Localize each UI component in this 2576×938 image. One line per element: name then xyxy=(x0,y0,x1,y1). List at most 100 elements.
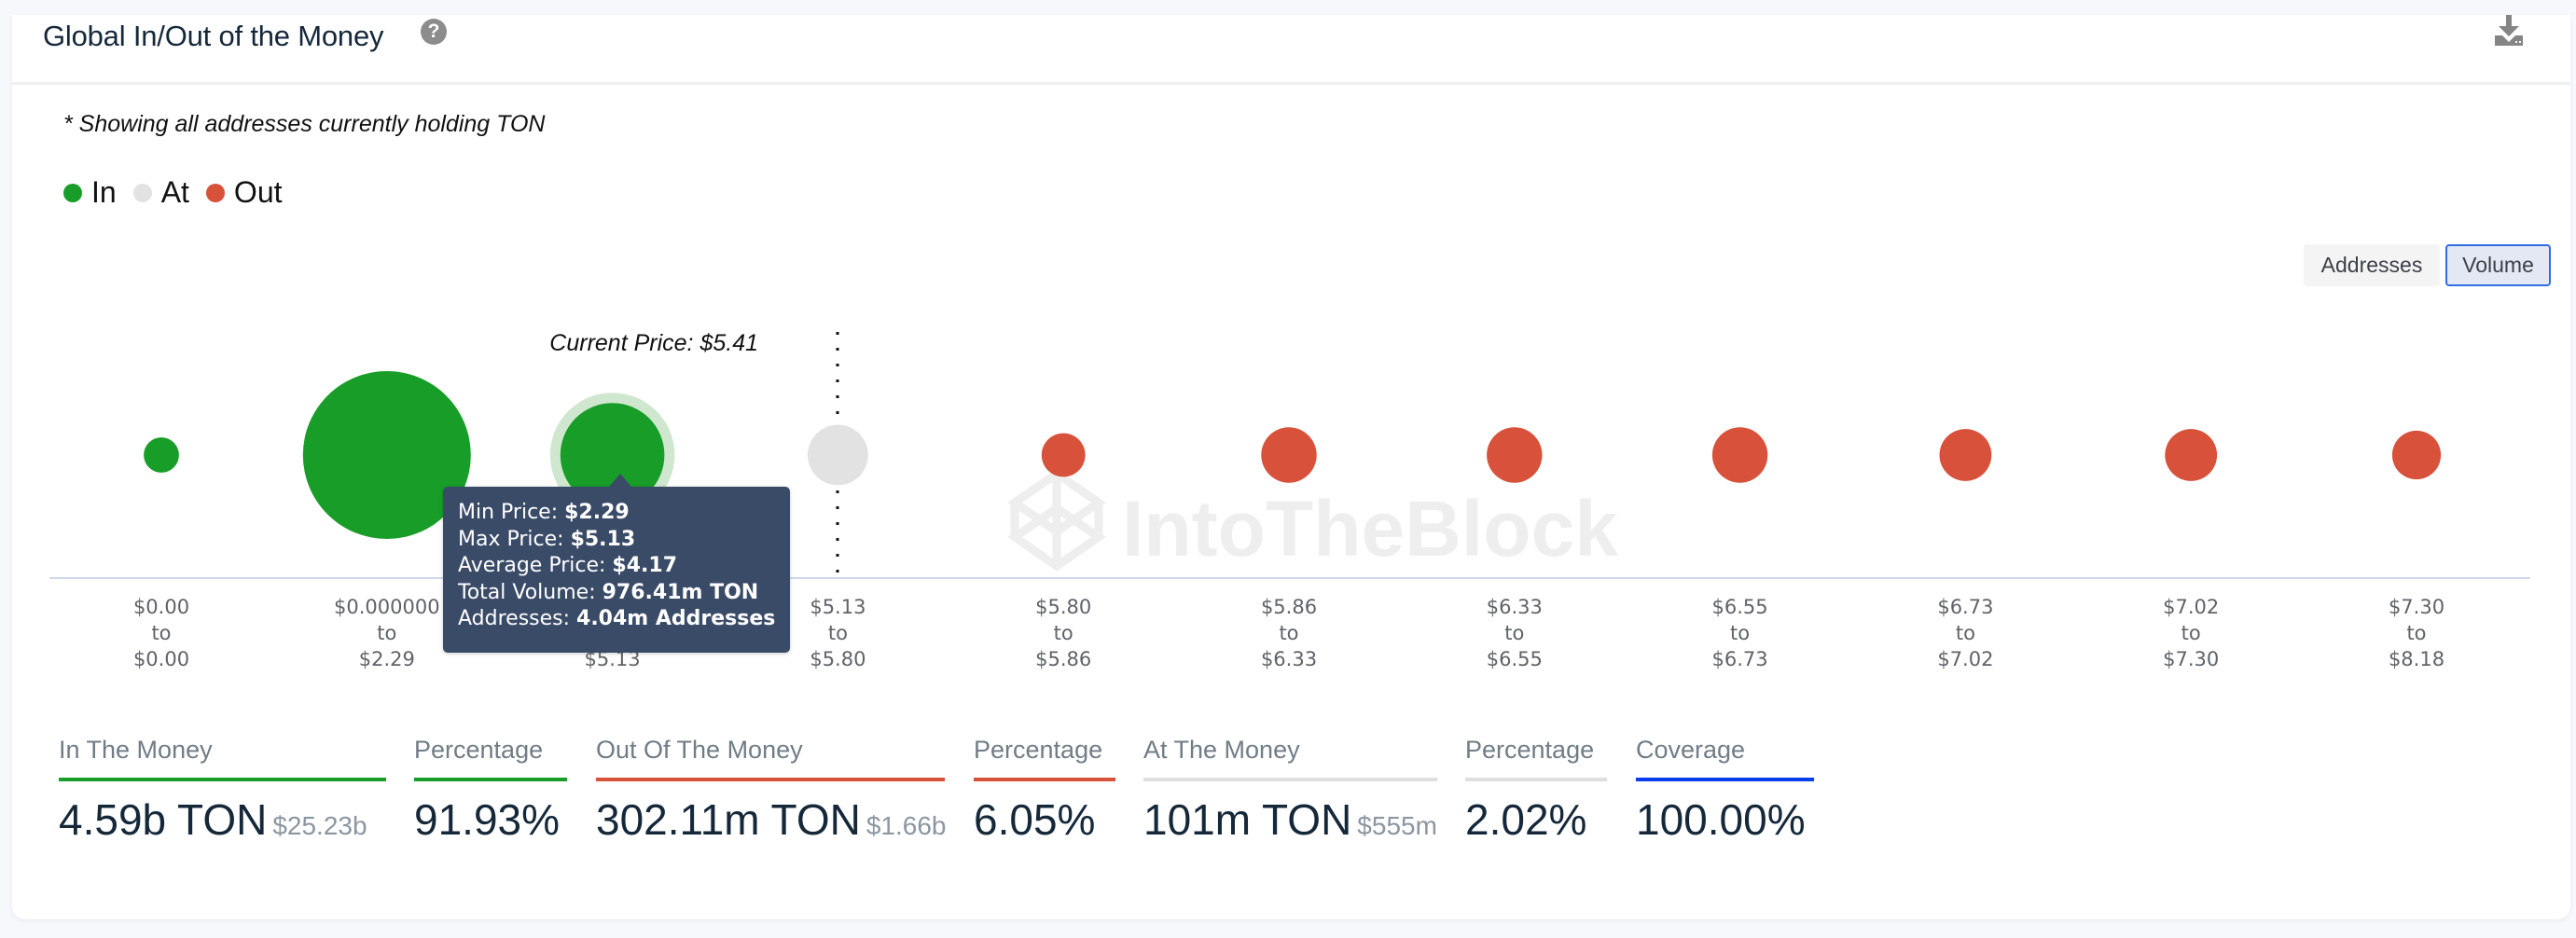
stat-out-of-the-money-2: Out Of The Money 302.11m TON $1.66b xyxy=(596,733,947,853)
tooltip-row-value: $2.29 xyxy=(564,501,630,524)
x-tick-label-0-to: to xyxy=(151,622,171,644)
stat-underline xyxy=(1143,778,1437,781)
stat-value: 101m TON $555m xyxy=(1143,793,1437,853)
x-tick-label-5-until: $6.33 xyxy=(1261,648,1317,670)
stat-underline xyxy=(974,778,1115,781)
x-tick-label-9-until: $7.30 xyxy=(2163,648,2219,670)
bubble-out-9[interactable] xyxy=(2165,429,2218,481)
x-tick-label-10-until: $8.18 xyxy=(2389,648,2444,670)
summary-stats: In The Money 4.59b TON $25.23b Percentage 91… xyxy=(12,733,2570,845)
stat-underline xyxy=(1465,778,1607,781)
x-tick-label-7-from: $6.55 xyxy=(1712,596,1768,618)
stat-value-usd: $25.23b xyxy=(272,811,367,840)
x-tick-label-8-from: $6.73 xyxy=(1937,596,1993,618)
x-tick-label-6-from: $6.33 xyxy=(1487,596,1543,618)
stat-underline xyxy=(596,778,945,781)
x-tick-label-0-from: $0.00 xyxy=(133,596,189,618)
stat-label: At The Money xyxy=(1143,736,1300,764)
x-tick-label-6-to: to xyxy=(1504,622,1524,644)
tooltip-row-label: Average Price: xyxy=(458,554,613,577)
stat-value: 2.02% xyxy=(1465,793,1607,847)
tooltip-row-value: 976.41m TON xyxy=(602,580,759,604)
stat-at-the-money-4: At The Money 101m TON $555m xyxy=(1143,733,1437,853)
watermark-text: IntoTheBlock xyxy=(1122,485,1618,572)
tooltip-row: Addresses: 4.04m Addresses xyxy=(458,606,790,633)
tooltip-row: Min Price: $2.29 xyxy=(458,500,790,527)
bubble-out-5[interactable] xyxy=(1261,427,1317,483)
tooltip-row-label: Max Price: xyxy=(458,527,571,551)
x-tick-label-8-until: $7.02 xyxy=(1937,648,1993,670)
x-tick-label-9-to: to xyxy=(2181,622,2201,644)
bubble-in-0[interactable] xyxy=(144,437,179,473)
bubble-chart: IntoTheBlock Current Price: $5.41 $0.00 t… xyxy=(49,330,2530,670)
x-tick-label-3-to: to xyxy=(828,622,848,644)
bubble-out-10[interactable] xyxy=(2391,430,2442,480)
stat-label: Percentage xyxy=(974,736,1103,764)
stat-value-main: 6.05% xyxy=(974,795,1096,844)
x-tick-label-10-from: $7.30 xyxy=(2389,596,2444,618)
stat-value-main: 4.59b TON xyxy=(59,795,268,844)
stat-value: 302.11m TON $1.66b xyxy=(596,793,947,853)
stat-value-main: 302.11m TON xyxy=(596,795,861,844)
x-tick-label-1-until: $2.29 xyxy=(359,648,415,670)
current-price-label: Current Price: $5.41 xyxy=(549,330,758,356)
stat-in-the-money-0: In The Money 4.59b TON $25.23b xyxy=(59,733,386,853)
stat-value-main: 91.93% xyxy=(414,795,561,844)
stat-value: 6.05% xyxy=(974,793,1115,847)
x-tick-label-4-until: $5.86 xyxy=(1035,648,1091,670)
stat-label: Out Of The Money xyxy=(596,736,803,764)
tooltip-row-value: $5.13 xyxy=(570,527,636,551)
x-tick-label-3-until: $5.80 xyxy=(810,648,866,670)
stat-percentage-1: Percentage 91.93% xyxy=(414,733,567,847)
stat-label: In The Money xyxy=(59,736,213,764)
stat-coverage-6: Coverage 100.00% xyxy=(1636,733,1814,847)
tooltip-row-label: Addresses: xyxy=(458,607,577,630)
x-tick-label-9-from: $7.02 xyxy=(2163,596,2219,618)
bubble-out-4[interactable] xyxy=(1041,433,1086,477)
stat-underline xyxy=(59,778,386,781)
iomap-card: Global In/Out of the Money ? * Showing a… xyxy=(12,15,2570,919)
stat-value-main: 2.02% xyxy=(1465,795,1587,844)
x-tick-label-5-from: $5.86 xyxy=(1261,596,1317,618)
tooltip-row-label: Min Price: xyxy=(458,501,565,524)
x-tick-label-3-from: $5.13 xyxy=(810,596,866,618)
bubble-tooltip: Min Price: $2.29 Max Price: $5.13 Average … xyxy=(443,474,790,653)
x-tick-label-5-to: to xyxy=(1279,622,1298,644)
tooltip-row-label: Total Volume: xyxy=(458,580,602,604)
x-tick-label-0-until: $0.00 xyxy=(133,648,189,670)
tooltip-row-value: $4.17 xyxy=(612,554,678,577)
stat-value-main: 100.00% xyxy=(1636,795,1806,844)
x-tick-label-4-from: $5.80 xyxy=(1035,596,1091,618)
stat-value-usd: $555m xyxy=(1357,811,1437,840)
bubble-out-7[interactable] xyxy=(1711,427,1768,483)
stat-underline xyxy=(414,778,567,781)
stat-label: Percentage xyxy=(1465,736,1595,764)
x-tick-label-8-to: to xyxy=(1956,622,1975,644)
x-tick-label-7-until: $6.73 xyxy=(1712,648,1768,670)
x-tick-label-6-until: $6.55 xyxy=(1487,648,1543,670)
x-tick-label-1-from: $0.000000 xyxy=(334,596,440,618)
tooltip-row: Average Price: $4.17 xyxy=(458,553,790,580)
stat-label: Percentage xyxy=(414,736,544,764)
bubble-at-3[interactable] xyxy=(808,424,868,486)
bubble-out-8[interactable] xyxy=(1939,429,1992,481)
stat-underline xyxy=(1636,778,1814,781)
tooltip-row: Total Volume: 976.41m TON xyxy=(458,580,790,607)
tooltip-row: Max Price: $5.13 xyxy=(458,527,790,554)
x-tick-label-1-to: to xyxy=(377,622,396,644)
x-tick-label-7-to: to xyxy=(1730,622,1750,644)
tooltip-row-value: 4.04m Addresses xyxy=(576,607,776,630)
stat-value-usd: $1.66b xyxy=(866,811,947,840)
watermark: IntoTheBlock xyxy=(1007,468,1618,572)
stat-percentage-3: Percentage 6.05% xyxy=(974,733,1115,847)
x-tick-label-4-to: to xyxy=(1054,622,1073,644)
stat-value-main: 101m TON xyxy=(1143,795,1352,844)
stat-value: 4.59b TON $25.23b xyxy=(59,793,386,853)
x-tick-label-10-to: to xyxy=(2406,622,2426,644)
stat-percentage-5: Percentage 2.02% xyxy=(1465,733,1607,847)
bubble-out-6[interactable] xyxy=(1487,427,1543,483)
intotheblock-logo-icon xyxy=(1007,468,1106,572)
stat-value: 91.93% xyxy=(414,793,567,847)
stat-value: 100.00% xyxy=(1636,793,1814,847)
stat-label: Coverage xyxy=(1636,736,1746,764)
